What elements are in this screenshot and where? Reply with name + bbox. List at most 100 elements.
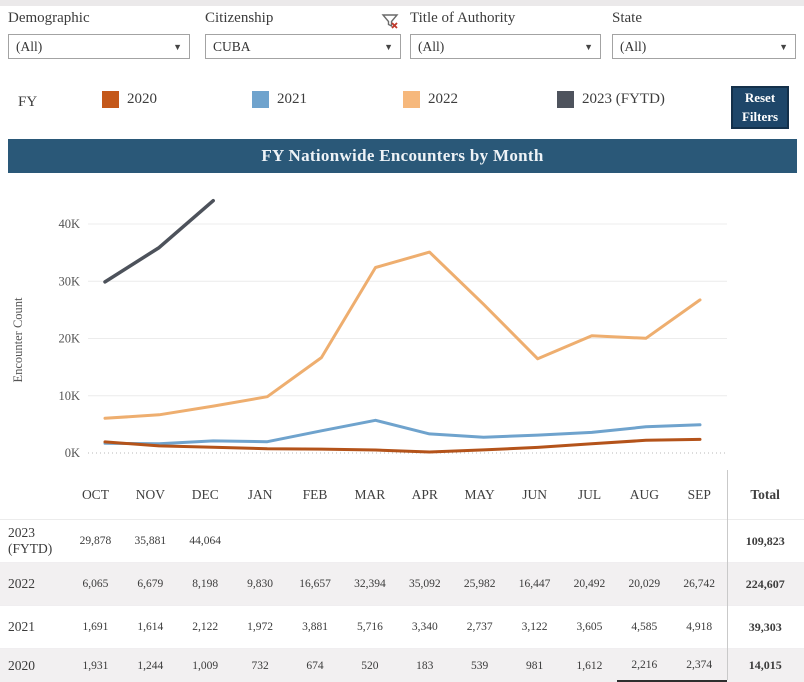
table-cell: 29,878 [68,535,123,547]
table-header-total: Total [727,487,804,503]
chevron-down-icon[interactable]: ▼ [584,42,593,52]
table-cell: 674 [288,660,343,672]
legend-label-2023: 2023 (FYTD) [582,91,665,108]
state-dropdown[interactable]: (All) ▼ [612,34,796,59]
reset-filters-button[interactable]: Reset Filters [731,86,789,129]
table-cell: 44,064 [178,535,233,547]
table-row-2021: 20211,6911,6142,1221,9723,8815,7163,3402… [0,606,804,649]
line-2022[interactable] [105,252,700,418]
legend-swatch-2022[interactable] [403,91,420,108]
table-cell: 2,737 [452,621,507,633]
encounters-table: OCTNOVDECJANFEBMARAPRMAYJUNJULAUGSEPTota… [0,470,804,680]
table-cell: 981 [507,660,562,672]
title-of-authority-dropdown[interactable]: (All) ▼ [410,34,601,59]
fy-legend: FY 2020 2021 2022 2023 (FYTD) Reset Filt… [0,84,804,132]
table-cell: 1,009 [178,660,233,672]
filter-title-of-authority: Title of Authority (All) ▼ [410,10,601,59]
table-cell: 1,691 [68,621,123,633]
table-header-month: JUL [562,487,617,503]
table-cell: 183 [397,660,452,672]
filter-citizenship: Citizenship CUBA ▼ [205,10,401,59]
table-cell: 1,244 [123,660,178,672]
filter-state: State (All) ▼ [612,10,796,59]
y-tick-label: 0K [65,446,80,460]
state-value: (All) [620,39,646,55]
line-2023-FYTD-[interactable] [105,201,213,282]
table-row-2023: 2023 (FYTD)29,87835,88144,064109,823 [0,520,804,563]
table-header-month: MAY [452,487,507,503]
legend-swatch-2020[interactable] [102,91,119,108]
table-cell: 3,881 [288,621,343,633]
table-header-month: AUG [617,487,672,503]
fy-legend-title: FY [18,94,37,111]
table-cell: 1,614 [123,621,178,633]
table-row-2020: 20201,9311,2441,0097326745201835399811,6… [0,649,804,682]
filter-demographic-label: Demographic [8,10,190,27]
table-header-month: APR [397,487,452,503]
encounters-line-chart: 0K10K20K30K40KEncounter Count [0,180,804,470]
y-tick-label: 10K [58,389,80,403]
filter-demographic: Demographic (All) ▼ [8,10,190,59]
table-cell: 20,029 [617,578,672,590]
filter-title-of-authority-label: Title of Authority [410,10,601,27]
table-cell: 520 [342,660,397,672]
table-header-month: FEB [288,487,343,503]
legend-label-2020: 2020 [127,91,157,108]
legend-swatch-2021[interactable] [252,91,269,108]
line-2021[interactable] [105,420,700,444]
table-cell: 26,742 [672,578,727,590]
table-cell: 3,605 [562,621,617,633]
row-label: 2020 [0,658,68,674]
chart-title-banner: FY Nationwide Encounters by Month [8,139,797,173]
chevron-down-icon[interactable]: ▼ [384,42,393,52]
table-cell: 732 [233,660,288,672]
table-header-row: OCTNOVDECJANFEBMARAPRMAYJUNJULAUGSEPTota… [0,470,804,520]
clear-filter-icon[interactable] [381,12,399,30]
table-cell: 4,918 [672,621,727,633]
table-row-2022: 20226,0656,6798,1989,83016,65732,39435,0… [0,563,804,606]
chevron-down-icon[interactable]: ▼ [779,42,788,52]
row-label: 2021 [0,619,68,635]
table-cell: 6,679 [123,578,178,590]
title-of-authority-value: (All) [418,39,444,55]
table-header-month: MAR [342,487,397,503]
legend-item-2021[interactable]: 2021 [252,91,307,108]
table-cell: 2,122 [178,621,233,633]
table-cell: 35,092 [397,578,452,590]
table-cell-total: 109,823 [727,534,804,549]
legend-item-2020[interactable]: 2020 [102,91,157,108]
table-header-month: DEC [178,487,233,503]
table-cell-total: 224,607 [727,577,804,592]
row-label: 2022 [0,576,68,592]
table-cell: 16,447 [507,578,562,590]
citizenship-value: CUBA [213,39,251,55]
table-header-month: JUN [507,487,562,503]
table-cell: 4,585 [617,621,672,633]
citizenship-dropdown[interactable]: CUBA ▼ [205,34,401,59]
legend-item-2023[interactable]: 2023 (FYTD) [557,91,665,108]
y-tick-label: 20K [58,332,80,346]
table-cell-total: 39,303 [727,620,804,635]
table-cell: 32,394 [342,578,397,590]
table-cell: 6,065 [68,578,123,590]
table-header-month: SEP [672,487,727,503]
chevron-down-icon[interactable]: ▼ [173,42,182,52]
table-header-month: JAN [233,487,288,503]
table-cell: 16,657 [288,578,343,590]
table-cell: 20,492 [562,578,617,590]
table-cell: 1,931 [68,660,123,672]
legend-item-2022[interactable]: 2022 [403,91,458,108]
table-cell-total: 14,015 [727,658,804,673]
table-cell: 8,198 [178,578,233,590]
filter-citizenship-label: Citizenship [205,10,401,27]
legend-label-2021: 2021 [277,91,307,108]
demographic-dropdown[interactable]: (All) ▼ [8,34,190,59]
y-tick-label: 40K [58,217,80,231]
table-cell: 3,122 [507,621,562,633]
legend-swatch-2023[interactable] [557,91,574,108]
table-cell: 539 [452,660,507,672]
table-header-month: NOV [123,487,178,503]
page-top-strip [0,0,804,6]
table-cell: 2,216 [617,649,672,682]
table-header-month: OCT [68,487,123,503]
